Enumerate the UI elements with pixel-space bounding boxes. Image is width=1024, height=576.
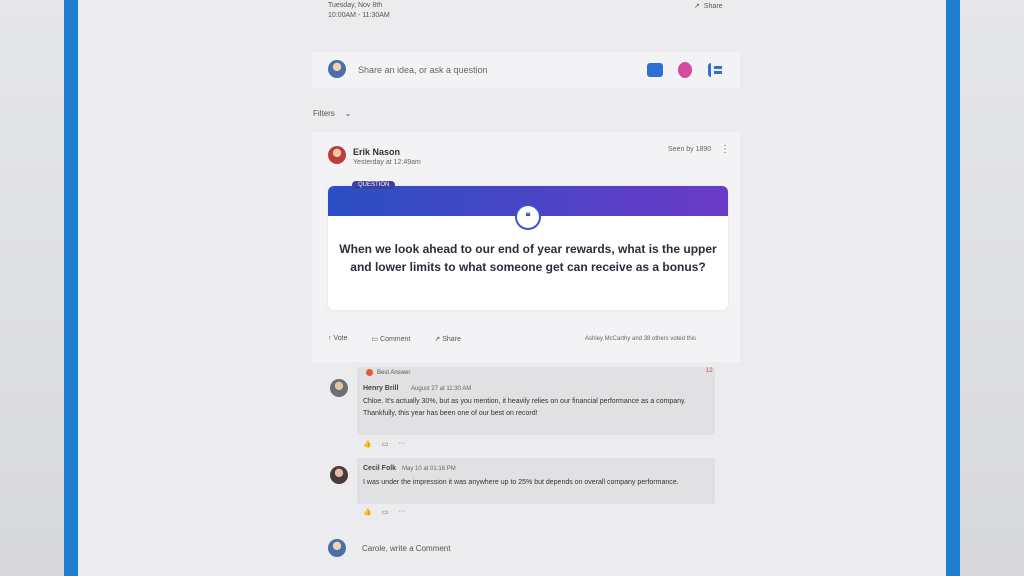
question-mark-icon: ❝ [517,206,539,228]
filters-label: Filters [313,109,335,118]
more-options-icon[interactable]: ⋮ [720,144,730,155]
background-right [960,0,1024,576]
post-timestamp: Yesterday at 12:49am [353,159,421,166]
more-icon[interactable]: ··· [398,508,405,516]
reply-author[interactable]: Cecil Folk [363,465,396,472]
event-date: Tuesday, Nov 8th [328,2,383,9]
share-label: Share [442,336,461,343]
comment-label: Comment [380,336,411,343]
reply-reactions: 👍 ▭ ··· [363,440,405,448]
reply-icon[interactable]: ▭ [382,508,389,516]
filters-dropdown[interactable]: Filters ⌄ [313,109,351,118]
comment-button[interactable]: ▭ Comment [371,335,410,343]
reply-text: Chloe. It's actually 30%, but as you men… [363,398,686,417]
praise-icon[interactable] [678,62,692,78]
more-icon[interactable]: ··· [398,440,405,448]
like-icon[interactable]: 👍 [363,508,372,516]
reply-icon[interactable]: ▭ [382,440,389,448]
post-actions: ↑ Vote ▭ Comment ↗ Share [328,335,461,343]
post-author[interactable]: Erik Nason [353,147,400,157]
poll-icon[interactable] [708,63,723,77]
monitor-bezel-right [946,0,960,576]
vote-label: Vote [333,335,348,342]
event-time: 10:00AM - 11:30AM [328,12,390,19]
composer-input[interactable]: Share an idea, or ask a question [358,65,488,75]
best-answer-label: Best Answer [377,369,411,376]
avatar[interactable] [330,466,348,484]
comment-input[interactable]: Carole, write a Comment [362,544,450,553]
reaction-count-badge[interactable]: 12 [706,368,713,374]
question-text: When we look ahead to our end of year re… [339,242,717,274]
share-button[interactable]: ↗ Share [434,335,461,343]
monitor-bezel-left [64,0,78,576]
event-share-label: Share [703,2,723,10]
reply-timestamp: May 10 at 01:16 PM [402,466,456,472]
chevron-down-icon: ⌄ [344,109,352,118]
avatar [328,60,346,78]
reply-timestamp: August 27 at 11:30 AM [411,386,472,392]
question-badge: QUESTION [352,181,396,189]
voted-summary[interactable]: Ashley McCarthy and 38 others voted this [585,336,696,342]
reply-reactions: 👍 ▭ ··· [363,508,405,516]
avatar [328,539,346,557]
question-icon[interactable] [647,63,663,77]
like-icon[interactable]: 👍 [363,440,372,448]
best-answer-icon [366,369,373,376]
reply-author[interactable]: Henry Brill [363,385,398,392]
best-answer-tag: Best Answer [366,369,410,376]
seen-count[interactable]: Seen by 1890 [668,146,711,153]
comment-icon: ▭ [371,336,381,343]
avatar[interactable] [328,146,346,164]
event-share-button[interactable]: ↗ Share [694,2,723,11]
share-icon: ↗ [694,3,700,10]
vote-button[interactable]: ↑ Vote [328,335,347,343]
avatar[interactable] [330,379,348,397]
background-left [0,0,64,576]
reply-text: I was under the impression it was anywhe… [363,479,679,486]
